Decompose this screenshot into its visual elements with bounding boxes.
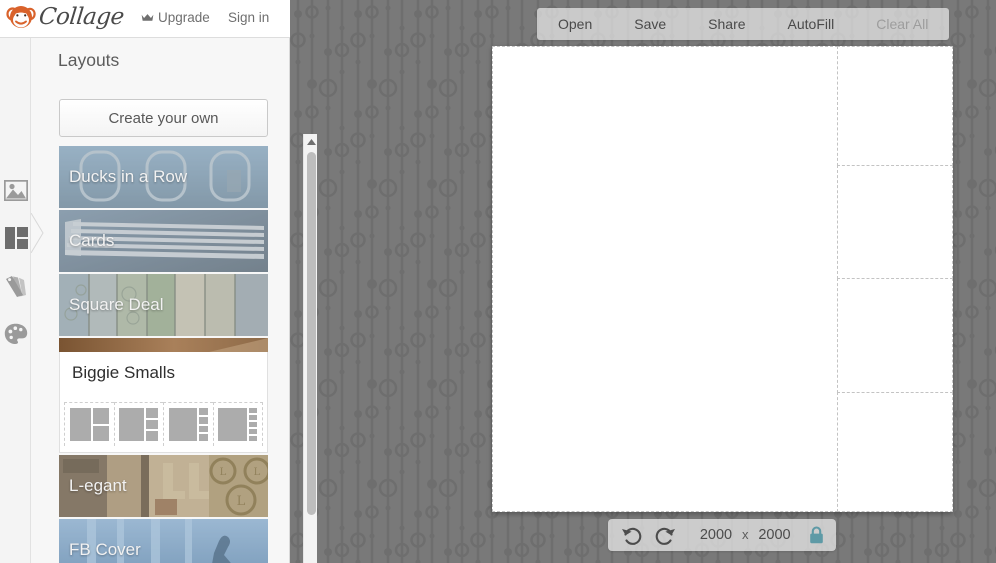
variant-cell <box>146 408 159 418</box>
app-header: Collage Upgrade Sign in <box>0 0 290 38</box>
panel-title: Layouts <box>58 50 120 70</box>
canvas-cell-main[interactable] <box>492 46 838 512</box>
layout-variant-biggie-smalls-5[interactable] <box>212 402 263 446</box>
redo-button[interactable] <box>648 519 682 551</box>
layout-card-cards[interactable]: Cards <box>59 210 268 272</box>
layout-variant-biggie-smalls-4[interactable] <box>163 402 213 446</box>
variant-cell <box>249 436 258 441</box>
canvas-cell-right-4[interactable] <box>837 392 953 512</box>
canvas-cell-right-3[interactable] <box>837 278 953 393</box>
variant-thumb <box>168 408 208 441</box>
variant-cell <box>198 408 208 415</box>
variant-side-column <box>146 408 159 442</box>
paint-palette-icon <box>4 323 28 344</box>
variant-main-cell <box>168 408 197 441</box>
toolbar-save-button[interactable]: Save <box>613 8 687 40</box>
layout-label: Ducks in a Row <box>69 167 188 186</box>
layout-group-title: Biggie Smalls <box>72 363 175 382</box>
variant-cell <box>146 419 159 430</box>
layout-card-square-deal[interactable]: Square Deal <box>59 274 268 336</box>
layout-card-fb-cover[interactable]: FB Cover <box>59 519 268 563</box>
sidebar-scrollbar[interactable] <box>303 134 317 563</box>
variant-cell <box>92 425 109 441</box>
variant-cell <box>249 422 258 427</box>
canvas-size-toolbar: 2000 x 2000 <box>608 519 836 551</box>
variant-thumb <box>69 408 109 441</box>
layout-group-body: Biggie Smalls <box>59 352 268 453</box>
create-your-own-button[interactable]: Create your own <box>59 99 268 137</box>
logo-wordmark: Collage <box>37 4 126 30</box>
create-your-own-label: Create your own <box>108 109 219 127</box>
variant-cell <box>198 434 208 441</box>
variant-thumb <box>218 408 258 441</box>
variant-side-column <box>249 408 258 441</box>
variant-main-cell <box>218 408 248 441</box>
undo-arrow-icon <box>621 527 641 545</box>
rail-item-background[interactable] <box>3 321 29 347</box>
upgrade-label: Upgrade <box>158 10 210 25</box>
toolbar-share-button[interactable]: Share <box>687 8 766 40</box>
undo-button[interactable] <box>614 519 648 551</box>
layout-group-strip[interactable] <box>59 338 268 352</box>
canvas-width-value[interactable]: 2000 <box>698 519 734 551</box>
toolbar-autofill-button[interactable]: AutoFill <box>767 8 856 40</box>
canvas-height-value[interactable]: 2000 <box>757 519 793 551</box>
variant-cell <box>249 415 258 420</box>
variant-cell <box>249 429 258 434</box>
signin-label: Sign in <box>228 10 270 25</box>
redo-arrow-icon <box>655 527 675 545</box>
variant-main-cell <box>69 408 91 441</box>
variant-cell <box>146 431 159 442</box>
picmonkey-collage-app: Collage Upgrade Sign in Layouts Create y… <box>0 0 996 563</box>
collage-canvas[interactable] <box>492 46 953 512</box>
active-tool-pointer-icon <box>31 213 44 253</box>
variant-cell <box>249 408 258 413</box>
variant-main-cell <box>119 408 145 441</box>
layout-variant-biggie-smalls-2[interactable] <box>64 402 114 446</box>
layouts-panel: Layouts Create your own Ducks in a Row C… <box>31 38 317 563</box>
dimension-separator: x <box>742 527 749 542</box>
layout-card-ducks-in-a-row[interactable]: Ducks in a Row <box>59 146 268 208</box>
canvas-cell-right-2[interactable] <box>837 165 953 279</box>
signin-link[interactable]: Sign in <box>228 10 269 25</box>
lock-closed-icon <box>810 526 823 544</box>
upgrade-link[interactable]: Upgrade <box>141 10 210 25</box>
scroll-up-button[interactable] <box>304 135 318 149</box>
crown-icon <box>141 14 154 21</box>
monkey-face-icon <box>6 6 36 28</box>
layout-label: FB Cover <box>69 540 141 559</box>
variant-side-column <box>92 408 109 441</box>
variant-side-column <box>198 408 208 441</box>
layout-grid-icon <box>4 227 28 249</box>
scrollbar-thumb[interactable] <box>307 152 316 515</box>
rail-item-photos[interactable] <box>3 177 29 203</box>
variant-cell <box>198 416 208 424</box>
variant-cell <box>92 408 109 424</box>
logo[interactable]: Collage <box>6 3 126 31</box>
layout-group-biggie-smalls: Biggie Smalls <box>59 338 268 453</box>
variant-cell <box>198 425 208 433</box>
toolbar-open-button[interactable]: Open <box>537 8 613 40</box>
swatches-icon <box>6 275 26 297</box>
layout-thumb-biggie-smalls <box>59 338 268 352</box>
layout-label: Square Deal <box>69 295 164 314</box>
layout-variants <box>60 402 267 452</box>
rail-item-layouts[interactable] <box>3 225 29 251</box>
photo-image-icon <box>4 179 28 201</box>
layout-list[interactable]: Ducks in a Row Cards Square Deal Biggie … <box>59 146 268 563</box>
layout-card-l-egant[interactable]: LL L L-egant <box>59 455 268 517</box>
layout-variant-biggie-smalls-3[interactable] <box>113 402 163 446</box>
toolbar-clear-all-button: Clear All <box>876 16 929 32</box>
rail-item-graphics[interactable] <box>3 273 29 299</box>
tool-rail <box>0 38 31 563</box>
canvas-cell-right-1[interactable] <box>837 46 953 166</box>
aspect-lock-button[interactable] <box>807 519 827 551</box>
variant-thumb <box>119 408 159 442</box>
layout-label: Cards <box>69 231 115 250</box>
triangle-up-icon <box>306 139 316 145</box>
main-toolbar: Open Save Share AutoFill Clear All <box>537 8 950 40</box>
layout-label: L-egant <box>69 476 127 495</box>
